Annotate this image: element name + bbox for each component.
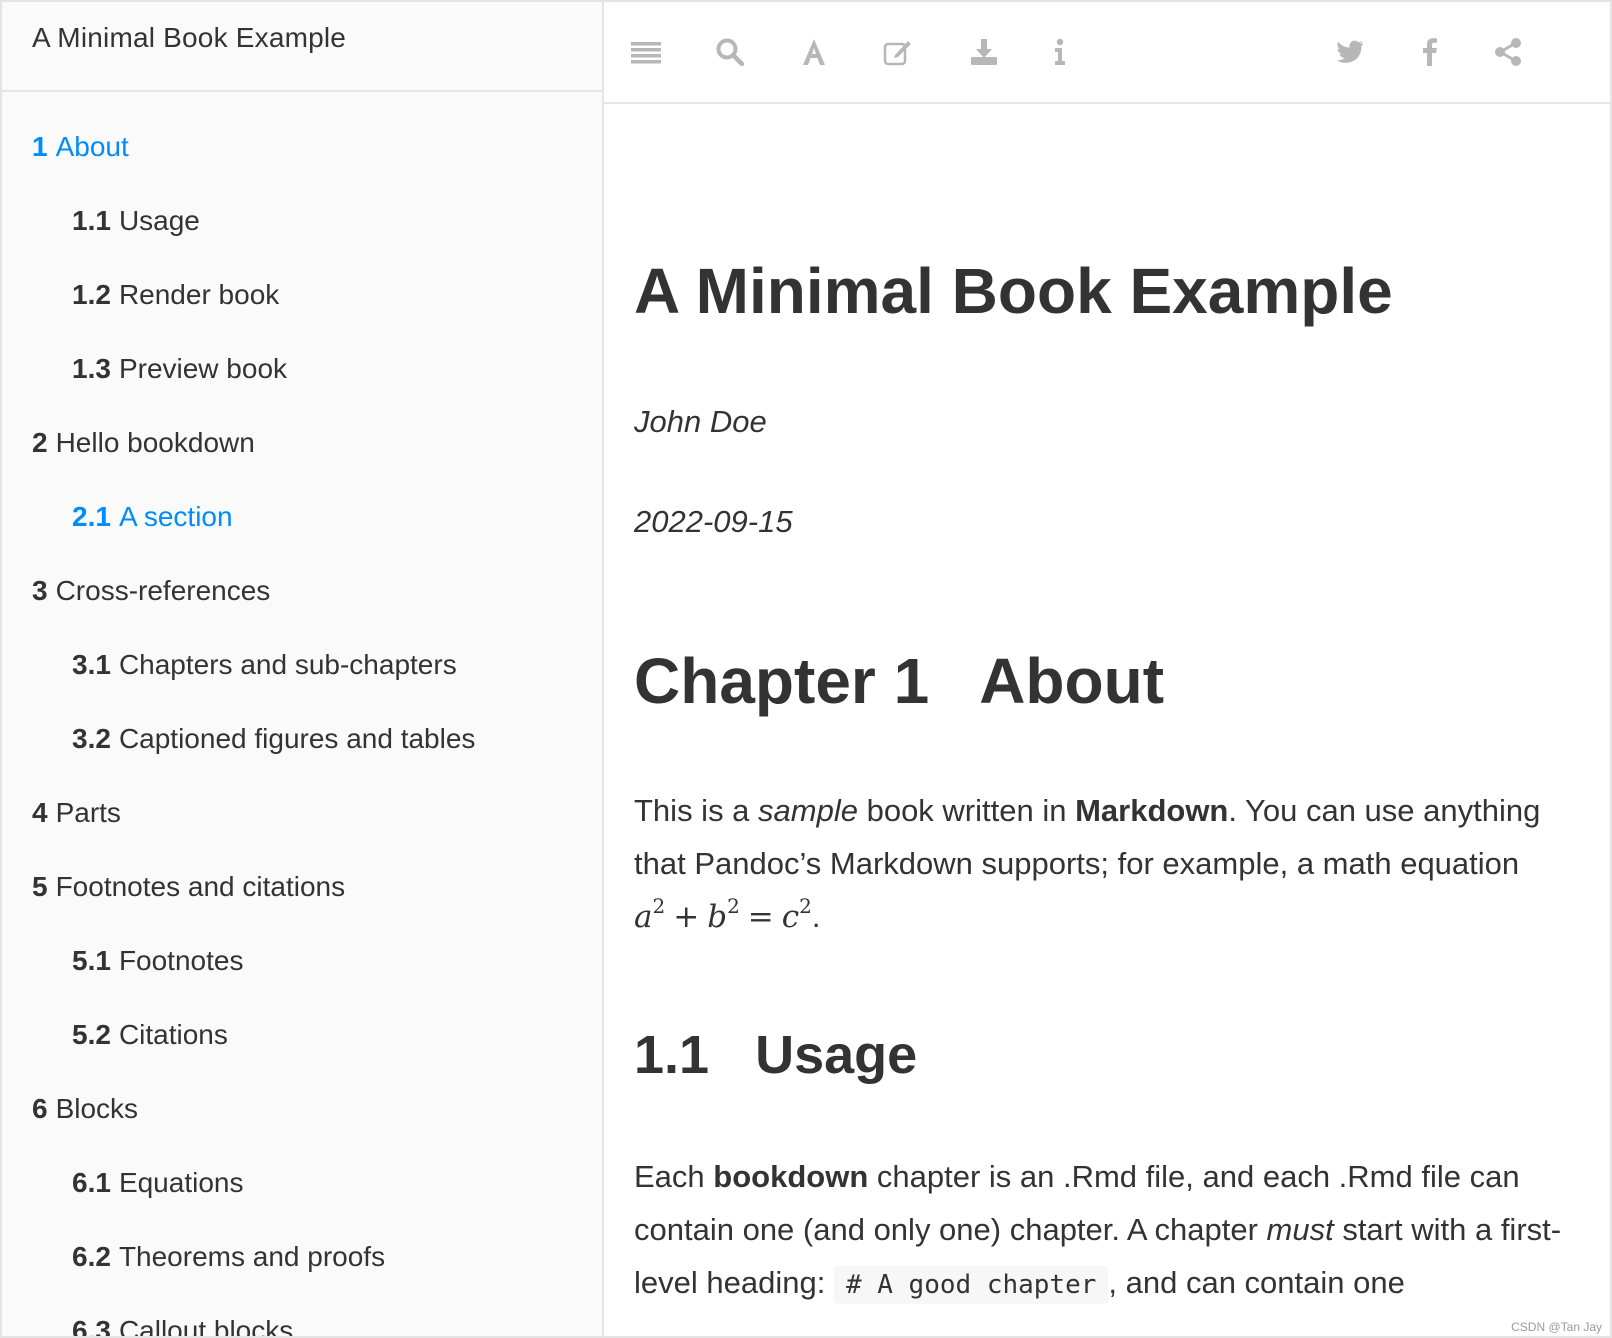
text-run: . [811,899,821,934]
toc-item-label: Captioned figures and tables [118,723,476,754]
book-title: A Minimal Book Example [634,255,1393,327]
facebook-icon[interactable] [1410,32,1450,72]
share-icon[interactable] [1488,32,1528,72]
menu-icon[interactable] [626,32,666,72]
toc-item-label: Blocks [55,1093,139,1124]
toc-item-number: 5.2 [72,1019,111,1050]
toc-item-label: Chapters and sub-chapters [118,649,457,680]
toc-item[interactable]: 6.1 Equations [2,1146,602,1220]
toc-item-number: 6 [32,1093,48,1124]
toolbar [604,2,1610,104]
text-run: book written in [857,793,1076,828]
toc-item[interactable]: 5.1 Footnotes [2,924,602,998]
toc-item-number: 6.2 [72,1241,111,1272]
edit-icon[interactable] [878,32,918,72]
chapter-number: Chapter 1 [634,645,930,717]
toc-item-number: 2.1 [72,501,111,532]
toc-item-number: 1.2 [72,279,111,310]
section-heading: 1.1 Usage [634,1024,917,1086]
toc-item-number: 1.1 [72,205,111,236]
toc-item[interactable]: 3.2 Captioned figures and tables [2,702,602,776]
toc-item[interactable]: 4 Parts [2,776,602,850]
paragraph-usage: Each bookdown chapter is an .Rmd file, a… [634,1150,1594,1312]
toc-item-label: Equations [118,1167,244,1198]
toc-item-label: Preview book [118,353,288,384]
toc-item[interactable]: 6.2 Theorems and proofs [2,1220,602,1294]
toc-item[interactable]: 1 About [2,110,602,184]
toc-item[interactable]: 3 Cross-references [2,554,602,628]
toc-item-label: Callout blocks [118,1315,294,1338]
toc-item[interactable]: 6.3 Callout blocks [2,1294,602,1338]
strong-text: Markdown [1075,793,1229,828]
toc-item-number: 3 [32,575,48,606]
toc-item-number: 3.2 [72,723,111,754]
toc-item-number: 1.3 [72,353,111,384]
paragraph-intro: This is a sample book written in Markdow… [634,784,1574,944]
toc-item-label: Footnotes and citations [55,871,346,902]
author: John Doe [634,404,767,439]
toc-item[interactable]: 3.1 Chapters and sub-chapters [2,628,602,702]
toc-item[interactable]: 2.1 A section [2,480,602,554]
download-icon[interactable] [964,32,1004,72]
font-icon[interactable] [794,32,834,72]
toc-item-number: 6.1 [72,1167,111,1198]
toc-item[interactable]: 5.2 Citations [2,998,602,1072]
toc-item[interactable]: 2 Hello bookdown [2,406,602,480]
app-window: A Minimal Book Example 1 About 1.1 Usage 1.2… [0,0,1612,1338]
toc-item-label: A section [118,501,233,532]
sidebar-header: A Minimal Book Example [2,2,602,92]
toc-item-label: Parts [55,797,121,828]
twitter-icon[interactable] [1330,32,1370,72]
info-icon[interactable] [1040,32,1080,72]
text-run: This is a [634,793,759,828]
toc-item-number: 5 [32,871,48,902]
toc-item[interactable]: 1.1 Usage [2,184,602,258]
section-number: 1.1 [634,1025,710,1085]
section-title: Usage [755,1025,918,1085]
publish-date: 2022-09-15 [634,504,793,539]
strong-text: bookdown [713,1159,869,1194]
toc-item-label: Theorems and proofs [118,1241,386,1272]
text-run: Each [634,1159,714,1194]
toc-item[interactable]: 1.3 Preview book [2,332,602,406]
toc-item-number: 2 [32,427,48,458]
toc-item-number: 4 [32,797,48,828]
toc-item-label: Cross-references [55,575,271,606]
toc-item[interactable]: 5 Footnotes and citations [2,850,602,924]
emphasis: must [1266,1212,1334,1247]
toc-item-label: Footnotes [118,945,244,976]
toc-item-label: Citations [118,1019,228,1050]
text-run: , and can contain one [1108,1265,1405,1300]
search-icon[interactable] [710,32,750,72]
toc-item-number: 6.3 [72,1315,111,1338]
sidebar: A Minimal Book Example 1 About 1.1 Usage 1.2… [2,2,604,1338]
inline-code: # A good chapter [833,1266,1109,1304]
watermark: CSDN @Tan Jay [1511,1320,1602,1334]
toc-item-number: 3.1 [72,649,111,680]
emphasis: sample [758,793,858,828]
math-equation: a2 + b2 = c2 [634,894,812,935]
main-panel: A Minimal Book Example John Doe 2022-09-… [604,2,1610,1336]
toc-item-label: Hello bookdown [55,427,255,458]
toc-item-label: Render book [118,279,280,310]
table-of-contents: 1 About 1.1 Usage 1.2 Render book 1.3 Preview b… [2,92,602,1338]
toc-item-number: 5.1 [72,945,111,976]
toc-item[interactable]: 6 Blocks [2,1072,602,1146]
sidebar-book-title[interactable]: A Minimal Book Example [32,22,346,54]
chapter-heading: Chapter 1 About [634,644,1164,718]
toc-item-label: About [55,131,129,162]
chapter-title: About [979,645,1164,717]
toc-item-number: 1 [32,131,48,162]
toc-item[interactable]: 1.2 Render book [2,258,602,332]
toc-item-label: Usage [118,205,200,236]
